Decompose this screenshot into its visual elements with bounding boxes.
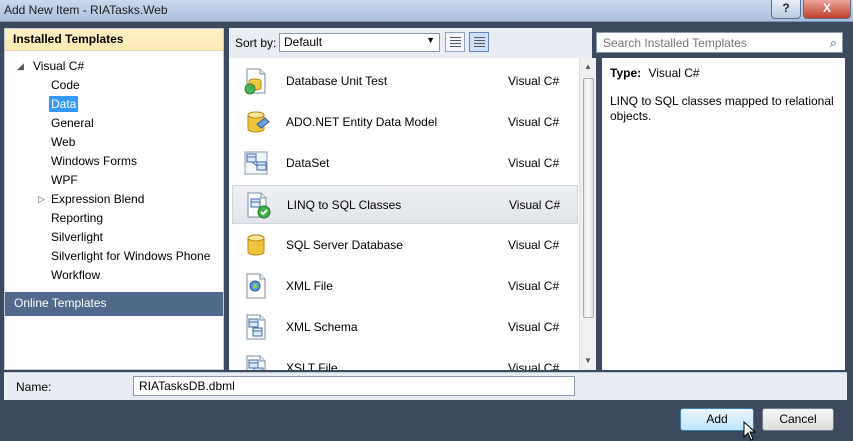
- small-icons-view-button[interactable]: [445, 32, 465, 52]
- close-button[interactable]: X: [803, 0, 851, 19]
- tree-item[interactable]: Web: [5, 133, 223, 152]
- type-line: Type: Visual C#: [610, 66, 837, 80]
- template-name: XML File: [286, 279, 333, 293]
- xml-schema-icon: [246, 314, 266, 340]
- templates-tree-pane: Installed Templates ◢ Visual C# Code Data Ge…: [4, 28, 224, 370]
- tree-item[interactable]: General: [5, 114, 223, 133]
- tree-item-label: Silverlight: [51, 230, 104, 244]
- sort-toolbar: Sort by: Default ▼: [229, 28, 592, 58]
- template-row[interactable]: Database Unit Test Visual C#: [232, 62, 578, 101]
- template-row[interactable]: SQL Server Database Visual C#: [232, 226, 578, 265]
- list-view-icon: [473, 37, 485, 48]
- tree-item-label: Code: [51, 78, 80, 92]
- template-row[interactable]: XML File Visual C#: [232, 267, 578, 306]
- tree-item[interactable]: ◢ Visual C#: [5, 57, 223, 76]
- tree-item[interactable]: ▷ Expression Blend: [5, 190, 223, 209]
- scroll-up-icon[interactable]: ▲: [584, 62, 592, 71]
- tree-item-label: Data: [49, 96, 79, 112]
- entity-data-model-icon: [247, 111, 270, 133]
- mouse-cursor-icon: [743, 421, 757, 441]
- tree-item[interactable]: Workflow: [5, 266, 223, 285]
- tree-item[interactable]: WPF: [5, 171, 223, 190]
- details-pane: Type: Visual C# LINQ to SQL classes mapp…: [602, 58, 845, 370]
- template-name: Database Unit Test: [286, 74, 388, 88]
- tree-item[interactable]: Data: [5, 95, 223, 114]
- template-row[interactable]: LINQ to SQL Classes Visual C#: [232, 185, 578, 224]
- title-bar: Add New Item - RIATasks.Web ? X: [0, 0, 853, 22]
- template-name: DataSet: [286, 156, 330, 170]
- tree-item[interactable]: Windows Forms: [5, 152, 223, 171]
- template-list-scrollbar[interactable]: ▲ ▼: [579, 58, 596, 370]
- tree-item[interactable]: Silverlight for Windows Phone: [5, 247, 223, 266]
- tree-item[interactable]: Code: [5, 76, 223, 95]
- list-view-button[interactable]: [469, 32, 489, 52]
- tree-item-label: General: [51, 116, 94, 130]
- chevron-down-icon: ▼: [426, 35, 435, 45]
- type-value: Visual C#: [648, 66, 700, 80]
- tree-item-label: Expression Blend: [51, 192, 145, 206]
- template-language: Visual C#: [508, 238, 560, 252]
- dataset-icon: [244, 151, 268, 175]
- sort-dropdown-value: Default: [284, 35, 323, 49]
- installed-templates-header[interactable]: Installed Templates: [5, 29, 223, 51]
- tree-item[interactable]: Reporting: [5, 209, 223, 228]
- template-description: LINQ to SQL classes mapped to relational…: [610, 94, 834, 123]
- template-row[interactable]: XML Schema Visual C#: [232, 308, 578, 347]
- template-language: Visual C#: [508, 156, 560, 170]
- sort-dropdown[interactable]: Default ▼: [279, 33, 440, 52]
- template-language: Visual C#: [508, 115, 560, 129]
- tree-item-label: Web: [51, 135, 76, 149]
- tree-item-label: Silverlight for Windows Phone: [51, 249, 211, 263]
- template-tree: ◢ Visual C# Code Data General Web Windows Form…: [5, 51, 223, 285]
- template-name: ADO.NET Entity Data Model: [286, 115, 438, 129]
- linq-to-sql-icon: [247, 192, 271, 219]
- tree-item-label: Windows Forms: [51, 154, 138, 168]
- collapsed-arrow-icon[interactable]: ▷: [38, 190, 45, 209]
- database-unit-test-icon: [244, 68, 266, 95]
- type-label: Type:: [610, 66, 642, 80]
- tree-item-label: Visual C#: [33, 59, 85, 73]
- sort-by-label: Sort by:: [235, 36, 277, 50]
- template-name: XSLT File: [286, 361, 338, 370]
- template-language: Visual C#: [508, 361, 560, 370]
- tree-item-label: WPF: [51, 173, 78, 187]
- search-box[interactable]: ⌕: [596, 32, 843, 53]
- search-icon[interactable]: ⌕: [830, 35, 837, 51]
- template-name: SQL Server Database: [286, 238, 403, 252]
- template-language: Visual C#: [508, 320, 560, 334]
- template-name: XML Schema: [286, 320, 358, 334]
- cancel-button[interactable]: Cancel: [762, 408, 834, 431]
- window-title: Add New Item - RIATasks.Web: [4, 3, 168, 17]
- online-templates-header[interactable]: Online Templates: [5, 292, 223, 316]
- template-row[interactable]: ADO.NET Entity Data Model Visual C#: [232, 103, 578, 142]
- template-language: Visual C#: [509, 198, 561, 212]
- template-language: Visual C#: [508, 279, 560, 293]
- tree-item-label: Workflow: [51, 268, 101, 282]
- search-input[interactable]: [597, 33, 817, 52]
- tree-item[interactable]: Silverlight: [5, 228, 223, 247]
- xml-file-icon: [246, 273, 266, 299]
- expanded-arrow-icon[interactable]: ◢: [17, 57, 24, 76]
- template-name: LINQ to SQL Classes: [287, 198, 402, 212]
- help-button[interactable]: ?: [771, 0, 801, 19]
- xslt-file-icon: [246, 355, 266, 370]
- template-row[interactable]: XSLT File Visual C#: [232, 349, 578, 370]
- template-list: Database Unit Test Visual C# ADO.NET Entit…: [229, 58, 579, 370]
- scroll-down-icon[interactable]: ▼: [584, 356, 592, 365]
- name-label: Name:: [16, 380, 52, 394]
- name-bar: Name:: [4, 372, 847, 400]
- template-language: Visual C#: [508, 74, 560, 88]
- tree-item-label: Reporting: [51, 211, 104, 225]
- sql-database-icon: [247, 234, 265, 256]
- grid-view-icon: [449, 37, 461, 48]
- scroll-thumb[interactable]: [583, 78, 594, 318]
- template-row[interactable]: DataSet Visual C#: [232, 144, 578, 183]
- name-input[interactable]: [133, 376, 575, 396]
